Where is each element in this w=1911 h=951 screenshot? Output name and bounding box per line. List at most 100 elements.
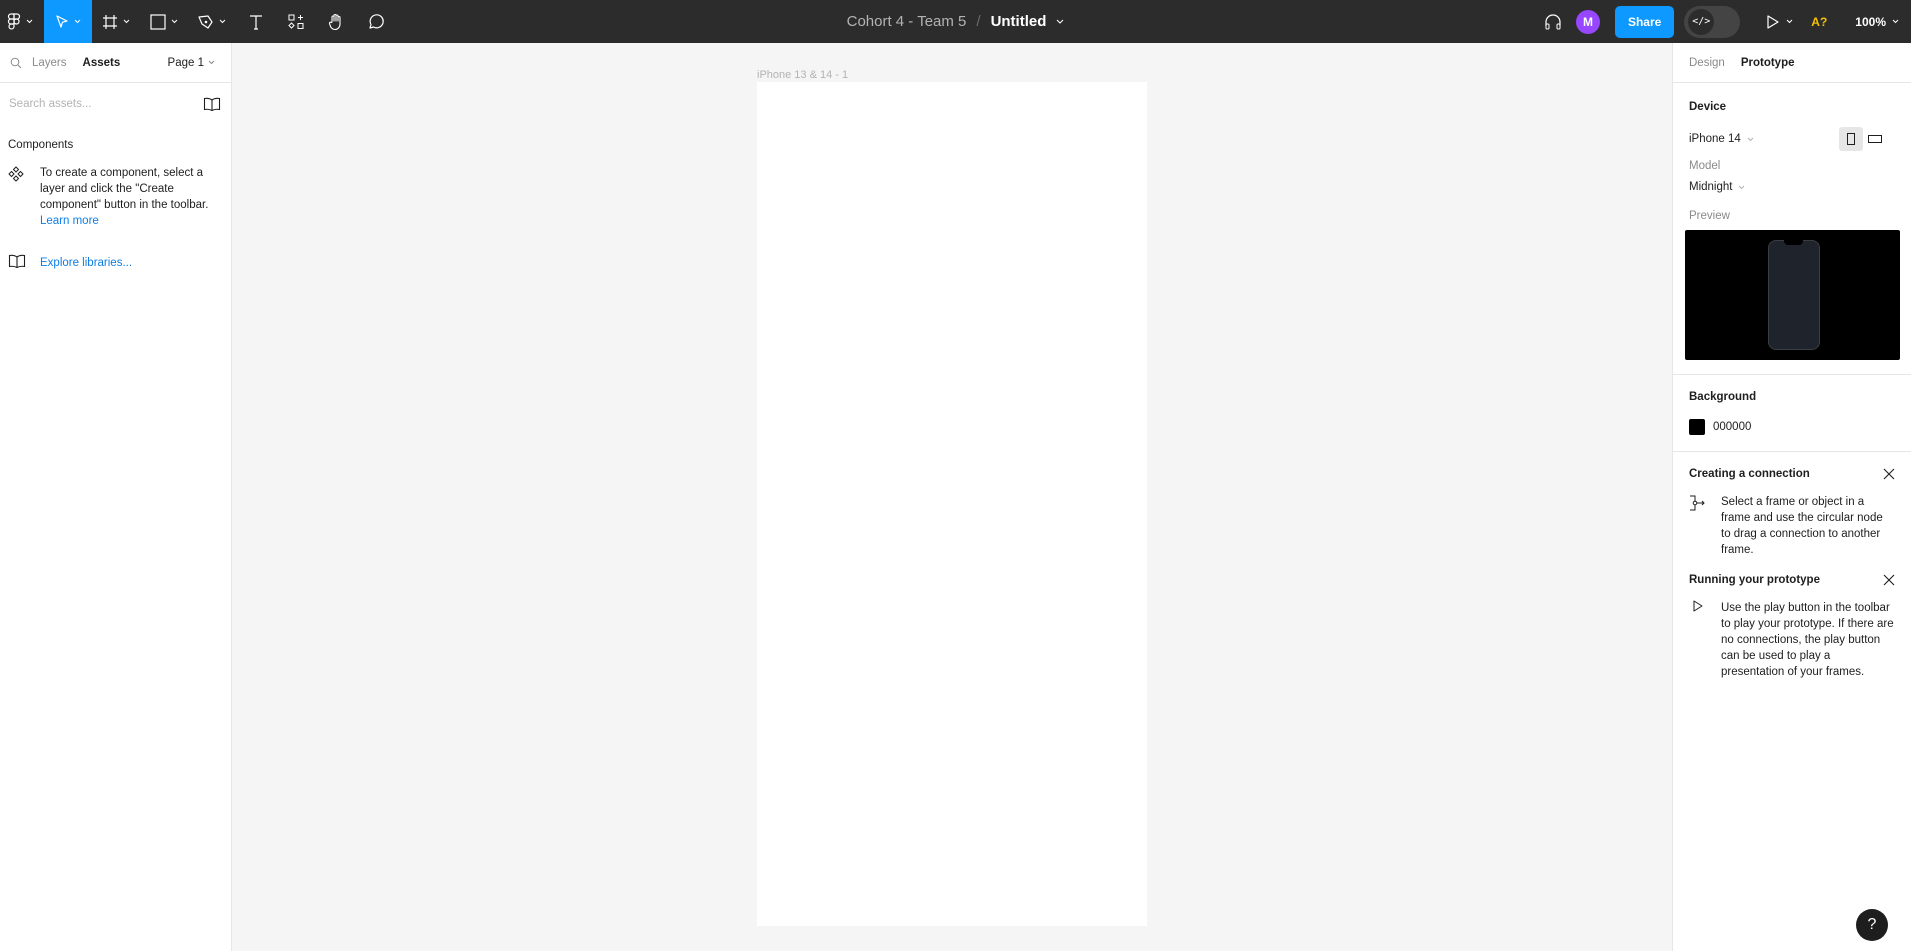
chevron-down-icon [219,19,226,24]
tip-creating-connection: Creating a connection Select a frame or … [1673,468,1911,558]
figma-logo-icon [7,12,21,30]
main-menu-button[interactable] [0,0,40,43]
device-value: iPhone 14 [1689,133,1741,145]
comment-tool-button[interactable] [356,0,396,43]
close-icon[interactable] [1883,468,1895,480]
left-panel-tabs: Layers Assets Page 1 [0,43,231,83]
accessibility-check-button[interactable]: A? [1811,15,1827,29]
device-heading: Device [1689,101,1727,113]
background-color-swatch[interactable] [1689,419,1705,435]
resources-icon [288,14,304,29]
play-icon [1767,14,1779,29]
chevron-down-icon [123,19,130,24]
play-icon [1693,600,1703,612]
background-color-value[interactable]: 000000 [1713,421,1751,433]
team-name[interactable]: Cohort 4 - Team 5 [847,13,967,30]
library-book-icon[interactable] [203,97,221,111]
headphones-icon[interactable] [1544,13,1562,31]
chevron-down-icon [1739,185,1745,189]
zoom-level: 100% [1855,14,1886,29]
top-toolbar: Cohort 4 - Team 5 / Untitled M Share </>… [0,0,1911,43]
chevron-down-icon [1892,19,1899,24]
device-preview [1685,230,1900,360]
dev-mode-toggle[interactable]: </> [1684,5,1741,38]
hand-tool-button[interactable] [316,0,356,43]
frame-icon [103,14,117,29]
canvas[interactable]: iPhone 13 & 14 - 1 [232,43,1672,951]
background-heading: Background [1689,391,1757,403]
pen-tool-button[interactable] [188,0,236,43]
assets-search [0,83,231,125]
zoom-dropdown[interactable]: 100% [1855,15,1899,29]
tip-title: Running your prototype [1689,574,1820,586]
device-section: Device iPhone 14 Model Midnight Preview [1673,83,1911,222]
connection-icon [1690,495,1705,511]
breadcrumb-separator: / [976,13,981,30]
tab-design[interactable]: Design [1689,57,1725,69]
model-label: Model [1689,160,1721,172]
pen-icon [198,14,213,29]
hand-icon [328,13,341,30]
tip-running-prototype: Running your prototype Use the play butt… [1673,574,1911,680]
component-icon [8,166,24,182]
learn-more-link[interactable]: Learn more [40,213,220,229]
close-icon[interactable] [1883,574,1895,586]
device-dropdown[interactable]: iPhone 14 [1689,133,1754,145]
chevron-down-icon [74,19,81,24]
tab-prototype[interactable]: Prototype [1741,57,1795,69]
shape-tool-button[interactable] [140,0,188,43]
help-button[interactable]: ? [1856,909,1888,941]
library-book-icon [8,254,26,269]
resources-button[interactable] [276,0,316,43]
move-cursor-icon [56,14,68,28]
tip-body: Use the play button in the toolbar to pl… [1721,602,1894,678]
share-button[interactable]: Share [1614,5,1675,38]
chevron-down-icon [1786,19,1793,24]
tab-assets[interactable]: Assets [83,57,121,69]
orientation-toggle [1839,127,1887,151]
background-section: Background 000000 [1673,375,1911,435]
right-panel: Design Prototype Device iPhone 14 Model … [1672,43,1911,951]
present-button[interactable] [1766,14,1793,30]
frame-label[interactable]: iPhone 13 & 14 - 1 [757,69,848,81]
chevron-down-icon [208,60,215,65]
components-heading: Components [8,139,74,151]
page-name: Page 1 [167,56,204,69]
preview-label: Preview [1689,210,1730,222]
chevron-down-icon[interactable] [1056,19,1064,24]
tab-layers[interactable]: Layers [32,57,67,69]
iphone-frame[interactable] [757,82,1147,926]
search-assets-input[interactable] [9,98,179,110]
frame-tool-button[interactable] [92,0,140,43]
phone-mockup [1768,240,1820,350]
text-icon [250,14,262,30]
page-selector[interactable]: Page 1 [168,57,215,69]
model-dropdown[interactable]: Midnight [1689,181,1895,193]
move-tool-button[interactable] [44,0,92,43]
toolbar-right: M Share </> A? 100% [1544,0,1911,43]
code-icon: </> [1688,8,1715,35]
portrait-icon [1847,133,1855,145]
portrait-button[interactable] [1839,127,1863,151]
right-panel-tabs: Design Prototype [1673,43,1911,83]
left-panel: Layers Assets Page 1 Components To creat… [0,43,232,951]
file-name[interactable]: Untitled [991,13,1047,30]
components-hint: To create a component, select a layer an… [40,167,209,211]
model-value: Midnight [1689,181,1733,193]
search-icon[interactable] [10,57,22,69]
avatar[interactable]: M [1575,9,1600,34]
chevron-down-icon [171,19,178,24]
chevron-down-icon [1747,137,1754,141]
landscape-button[interactable] [1863,127,1887,151]
chevron-down-icon [26,19,33,24]
explore-libraries-row[interactable]: Explore libraries... [8,253,223,273]
components-section: Components To create a component, select… [0,125,231,273]
landscape-icon [1868,135,1882,143]
text-tool-button[interactable] [236,0,276,43]
tip-body: Select a frame or object in a frame and … [1721,496,1883,556]
explore-libraries-link[interactable]: Explore libraries... [40,255,132,271]
rectangle-icon [150,13,166,30]
comment-icon [369,13,384,29]
divider [1673,451,1911,452]
tip-title: Creating a connection [1689,468,1810,480]
